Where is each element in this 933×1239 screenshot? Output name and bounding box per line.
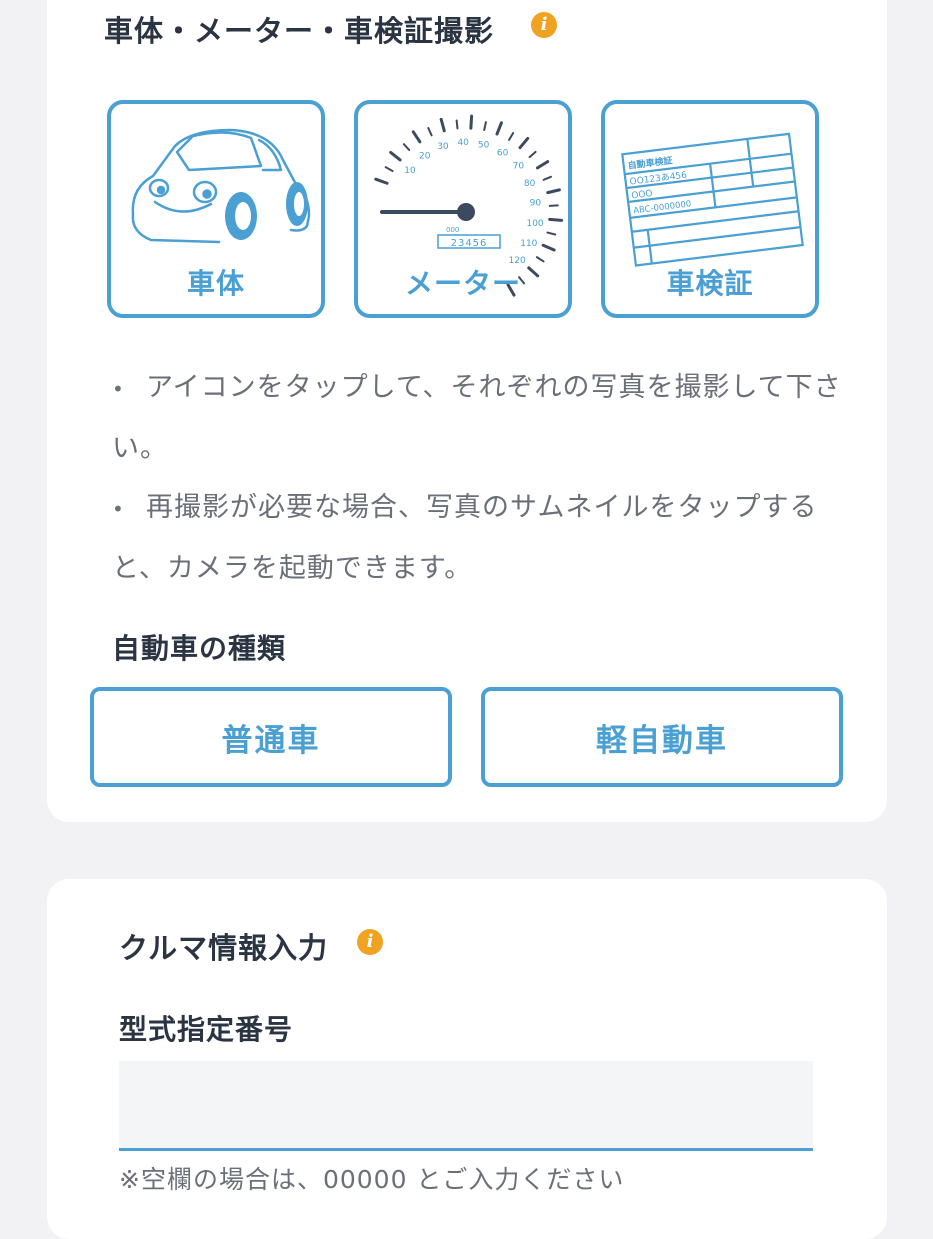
standard-car-button[interactable]: 普通車 xyxy=(90,687,452,787)
gauge-tick xyxy=(389,150,402,162)
gauge-tick xyxy=(402,143,411,152)
note-item: • 再撮影が必要な場合、写真のサムネイルをタップすると、カメラを起動できます。 xyxy=(112,478,842,599)
model-number-hint: ※空欄の場合は、00000 とご入力ください xyxy=(119,1165,625,1194)
model-number-label: 型式指定番号 xyxy=(119,1013,294,1046)
gauge-tick xyxy=(384,166,394,173)
gauge-tick-label: 90 xyxy=(530,199,542,209)
gauge-tick-label: 50 xyxy=(478,140,490,150)
meter-label: メーター xyxy=(404,267,521,300)
odometer-value: 23456 xyxy=(451,238,488,249)
car-info-icon[interactable]: i xyxy=(357,929,383,955)
car-body-photo-button[interactable]: 車体 xyxy=(107,100,325,318)
gauge-tick-label: 30 xyxy=(437,142,449,152)
gauge-tick xyxy=(508,132,515,141)
gauge-tick xyxy=(483,121,487,131)
photo-info-icon[interactable]: i xyxy=(531,12,557,38)
model-number-input[interactable] xyxy=(119,1061,813,1151)
note-bullet: • xyxy=(112,497,125,521)
gauge-tick xyxy=(469,114,474,130)
gauge-tick-label: 70 xyxy=(513,162,525,172)
gauge-tick xyxy=(427,127,433,137)
gauge-tick-label: 40 xyxy=(457,138,469,148)
note-bullet: • xyxy=(112,377,125,401)
gauge-tick xyxy=(541,243,556,252)
registration-photo-button[interactable]: 自動車検証 OO123あ456 OOO ABC-0000000 車検証 xyxy=(601,100,819,318)
gauge-tick xyxy=(542,175,552,181)
gauge-tick-label: 60 xyxy=(497,148,509,158)
note-text: アイコンをタップして、それぞれの写真を撮影して下さい。 xyxy=(112,372,842,464)
gauge-tick xyxy=(439,117,446,133)
gauge-tick xyxy=(548,204,559,207)
gauge-tick xyxy=(548,217,564,222)
gauge-tick-label: 10 xyxy=(404,166,416,176)
car-body-label: 車体 xyxy=(186,267,245,300)
gauge-tick-label: 80 xyxy=(524,179,536,189)
gauge-tick xyxy=(535,160,550,170)
gauge-tick xyxy=(546,188,561,195)
gauge-tick xyxy=(528,150,537,159)
gauge-tick xyxy=(495,121,503,136)
meter-photo-button[interactable]: 10 20 30 40 50 60 70 80 90 100 110 120 000 23456 メー… xyxy=(354,100,572,318)
odometer-unit: 000 xyxy=(446,226,459,234)
gauge-tick xyxy=(546,231,557,236)
gauge-tick-label: 20 xyxy=(419,151,431,161)
gauge-tick-label: 110 xyxy=(520,239,537,249)
car-info-title: クルマ情報入力 xyxy=(119,931,329,965)
kei-car-button[interactable]: 軽自動車 xyxy=(481,687,843,787)
note-text: 再撮影が必要な場合、写真のサムネイルをタップすると、カメラを起動できます。 xyxy=(112,492,818,584)
registration-label: 車検証 xyxy=(666,267,754,300)
gauge-tick xyxy=(411,130,422,144)
gauge-tick xyxy=(535,256,545,263)
gauge-tick-label: 100 xyxy=(526,219,543,229)
photo-section-title: 車体・メーター・車検証撮影 xyxy=(104,14,495,48)
gauge-tick xyxy=(455,119,459,130)
gauge-tick xyxy=(518,136,530,150)
note-item: • アイコンをタップして、それぞれの写真を撮影して下さい。 xyxy=(112,358,842,479)
gauge-tick xyxy=(374,177,389,185)
car-type-title: 自動車の種類 xyxy=(112,632,287,665)
